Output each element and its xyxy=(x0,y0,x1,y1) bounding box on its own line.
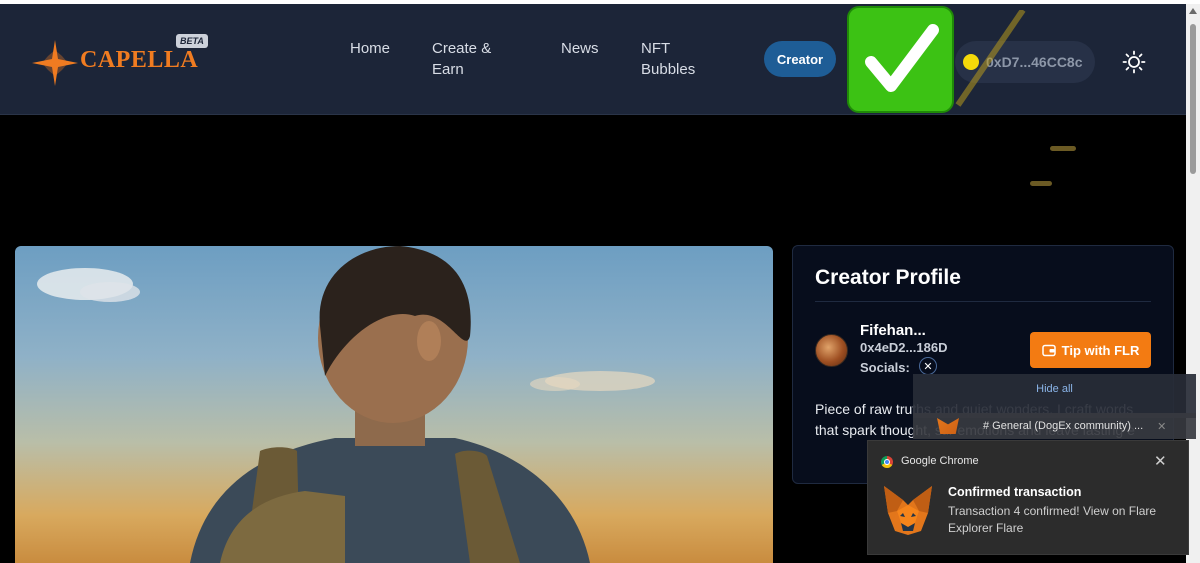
nav-news[interactable]: News xyxy=(561,38,599,59)
highlight-streak xyxy=(955,10,1026,107)
decorative-dash xyxy=(1050,146,1076,151)
scroll-up-arrow-icon[interactable] xyxy=(1189,8,1197,14)
tip-button-label: Tip with FLR xyxy=(1061,342,1140,358)
x-icon[interactable]: ✕ xyxy=(919,357,937,375)
star-burst-icon xyxy=(32,40,78,86)
socials-label: Socials: xyxy=(860,360,910,375)
wallet-icon xyxy=(1041,344,1056,357)
creator-name: Fifehan... xyxy=(860,322,926,339)
fox-small-icon xyxy=(937,418,959,434)
toast-title: Confirmed transaction xyxy=(948,485,1082,499)
notification-group-label: # General (DogEx community) ... xyxy=(983,420,1144,432)
creator-address[interactable]: 0x4eD2...186D xyxy=(860,340,947,355)
toast-body: Transaction 4 confirmed! View on Flare E… xyxy=(948,504,1157,535)
avatar xyxy=(815,334,848,367)
hide-all-link[interactable]: Hide all xyxy=(913,383,1196,395)
divider xyxy=(815,301,1151,302)
logo-text: CAPELLA xyxy=(80,47,199,73)
nav-nft-bubbles[interactable]: NFT Bubbles xyxy=(641,38,695,80)
check-mark-icon xyxy=(847,6,954,113)
close-icon[interactable]: ✕ xyxy=(1157,420,1166,433)
beta-badge: BETA xyxy=(176,34,208,48)
logo[interactable]: CAPELLA BETA xyxy=(32,34,222,88)
chrome-icon xyxy=(881,456,893,468)
notification-stack: Hide all xyxy=(913,374,1196,418)
sun-icon[interactable] xyxy=(1122,50,1146,74)
tip-with-flr-button[interactable]: Tip with FLR xyxy=(1030,332,1151,368)
metamask-fox-icon xyxy=(884,486,932,535)
chrome-notification-toast[interactable]: Google Chrome ✕ Confirmed transaction Tr… xyxy=(867,440,1189,555)
hero-image xyxy=(15,246,773,563)
scroll-thumb[interactable] xyxy=(1190,24,1196,174)
notification-collapsed[interactable]: # General (DogEx community) ... ✕ xyxy=(913,413,1196,439)
creator-profile-title: Creator Profile xyxy=(815,266,961,289)
nav-home[interactable]: Home xyxy=(350,38,390,59)
close-icon[interactable]: ✕ xyxy=(1154,452,1167,470)
decorative-dash xyxy=(1030,181,1052,186)
nav-create-earn[interactable]: Create & Earn xyxy=(432,38,491,80)
toast-app-name: Google Chrome xyxy=(901,455,979,467)
creator-button[interactable]: Creator xyxy=(764,41,836,77)
